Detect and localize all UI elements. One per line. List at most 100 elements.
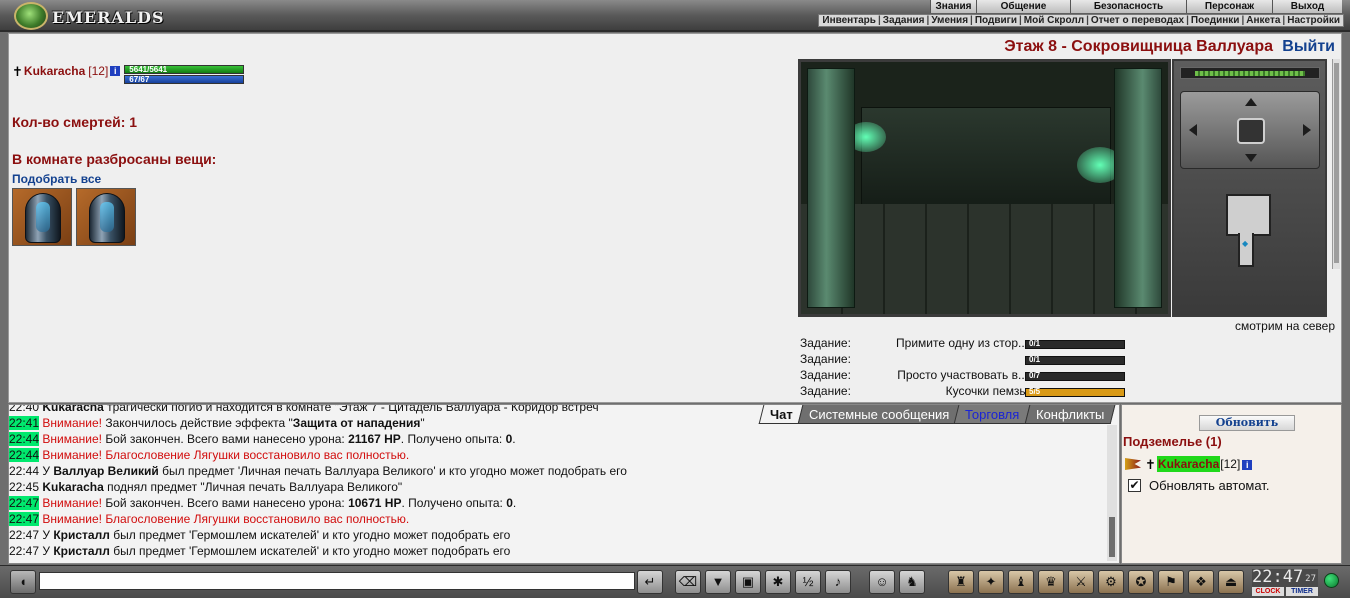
message-segment: Внимание! [42,512,102,526]
armor-item[interactable] [76,188,136,246]
auto-refresh-checkbox[interactable]: ✔ [1128,479,1141,492]
menu-knowledge[interactable]: Знания [930,0,976,13]
action-2-icon[interactable]: ✦ [978,570,1004,594]
action-1-icon[interactable]: ♜ [948,570,974,594]
dance-icon[interactable]: ✱ [765,570,791,594]
action-3-icon[interactable]: ♝ [1008,570,1034,594]
message-segment: У [42,544,54,558]
message-segment[interactable]: Kukaracha [42,480,103,494]
move-forward-icon[interactable] [1245,98,1257,106]
submenu-achievements[interactable]: Подвиги [975,15,1017,26]
menu-character[interactable]: Персонаж [1186,0,1272,13]
chat-message: 22:45 Kukaracha поднял предмет "Личная п… [9,479,1105,495]
message-time[interactable]: 22:44 [9,448,40,462]
chat-input[interactable] [39,572,635,590]
action-8-icon[interactable]: ⚑ [1158,570,1184,594]
cross-icon: ✝ [1145,456,1156,472]
message-segment[interactable]: Кристалл [53,544,110,558]
task-row[interactable]: Задание: Просто участвовать в... 0/7 [800,367,1130,383]
pickup-all-link[interactable]: Подобрать все [12,172,101,186]
left-door[interactable] [807,68,855,308]
message-segment[interactable]: 10671 HP [348,496,401,510]
action-9-icon[interactable]: ❖ [1188,570,1214,594]
enter-icon[interactable]: ↵ [637,570,663,594]
action-6-icon[interactable]: ⚙ [1098,570,1124,594]
message-segment: Бой закончен. Всего вами нанесено урона: [101,432,349,446]
logout-link[interactable]: Выйти [1282,38,1335,56]
message-segment: Закончилось действие эффекта " [101,416,293,430]
message-time[interactable]: 22:47 [9,544,39,558]
save-icon[interactable]: ▣ [735,570,761,594]
refresh-view-icon[interactable] [1237,118,1265,144]
eraser-icon[interactable]: ⌫ [675,570,701,594]
panel-scrollbar[interactable] [1332,59,1340,269]
move-back-icon[interactable] [1245,154,1257,162]
submenu-skills[interactable]: Умения [931,15,968,26]
tab-trade[interactable]: Торговля [953,405,1031,424]
timer-button[interactable]: TIMER [1286,587,1318,596]
cross-icon: ✝ [12,64,23,79]
exit-icon[interactable]: ⏏ [1218,570,1244,594]
ratio-icon[interactable]: ½ [795,570,821,594]
chat-scrollbar[interactable] [1107,425,1117,561]
submenu-duels[interactable]: Поединки [1191,15,1240,26]
message-segment[interactable]: Kukaracha [42,405,103,414]
action-4-icon[interactable]: ♛ [1038,570,1064,594]
turn-left-icon[interactable] [1189,124,1197,136]
turn-right-icon[interactable] [1303,124,1311,136]
tab-conflicts[interactable]: Конфликты [1024,405,1116,424]
message-time[interactable]: 22:47 [9,512,40,526]
task-row[interactable]: Задание: Примите одну из стор... 0/1 [800,335,1130,351]
smile-icon[interactable]: ☺ [869,570,895,594]
message-segment[interactable]: Защита от нападения [293,416,421,430]
refresh-button[interactable]: Обновить [1199,415,1295,431]
player-name[interactable]: Kukaracha [24,61,85,81]
message-segment: . [512,432,516,446]
task-row[interactable]: Задание: 0/1 [800,351,1130,367]
message-segment[interactable]: Валлуар Великий [53,464,158,478]
stamina-bar [1180,67,1320,79]
message-time[interactable]: 22:47 [9,496,40,510]
message-time[interactable]: 22:45 [9,480,39,494]
message-time[interactable]: 22:47 [9,528,39,542]
armor-item[interactable] [12,188,72,246]
message-time[interactable]: 22:40 [9,405,39,414]
clock-button[interactable]: CLOCK [1252,587,1284,596]
speaker-icon[interactable]: ◖ [10,570,36,594]
message-time[interactable]: 22:41 [9,416,40,430]
submenu-quests[interactable]: Задания [883,15,925,26]
task-row[interactable]: Задание: Кусочки пемзы 5/5 [800,383,1130,399]
message-time[interactable]: 22:44 [9,432,40,446]
message-segment: Благословение Лягушки восстановило вас п… [101,512,410,526]
message-segment: был предмет 'Гермошлем искателей' и кто … [109,528,511,542]
helmet-icon[interactable]: ♞ [899,570,925,594]
submenu-transfers[interactable]: Отчет о переводах [1091,15,1184,26]
filter-icon[interactable]: ▼ [705,570,731,594]
submenu-my-scroll[interactable]: Мой Скролл [1024,15,1084,26]
message-segment: . [512,496,517,510]
member-name[interactable]: Kukaracha [1156,456,1221,472]
message-segment[interactable]: 0 [506,496,513,510]
right-door[interactable] [1114,68,1162,308]
submenu-inventory[interactable]: Инвентарь [822,15,876,26]
info-icon[interactable]: i [110,66,121,76]
chat-message: 22:44 Внимание! Благословение Лягушки во… [9,447,1105,463]
auto-refresh-option: ✔ Обновлять автомат. [1128,478,1269,493]
info-icon[interactable]: i [1242,459,1253,470]
facing-direction: смотрим на север [1234,319,1335,333]
menu-exit[interactable]: Выход [1272,0,1342,13]
menu-security[interactable]: Безопасность [1070,0,1186,13]
tab-system-messages[interactable]: Системные сообщения [797,405,961,424]
audio-icon[interactable]: ♪ [825,570,851,594]
action-7-icon[interactable]: ✪ [1128,570,1154,594]
submenu-settings[interactable]: Настройки [1287,15,1340,26]
message-segment: Внимание! [42,496,102,510]
dungeon-view[interactable] [798,59,1171,317]
message-segment[interactable]: Кристалл [53,528,110,542]
submenu-profile[interactable]: Анкета [1246,15,1280,26]
menu-communication[interactable]: Общение [976,0,1070,13]
message-time[interactable]: 22:44 [9,464,39,478]
action-5-icon[interactable]: ⚔ [1068,570,1094,594]
message-segment[interactable]: 21167 HP [348,432,401,446]
emerald-emblem-icon [14,2,48,30]
